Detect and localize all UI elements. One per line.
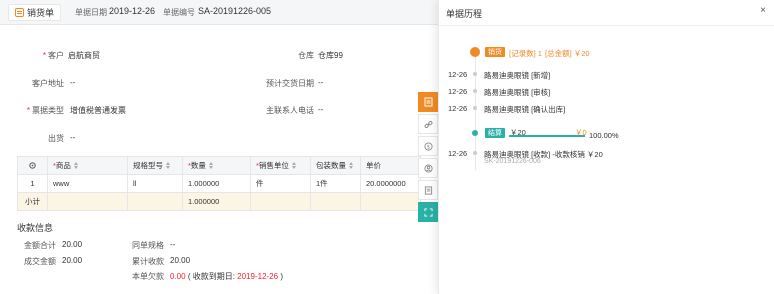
event-date: 12-26: [448, 70, 468, 79]
contact-value[interactable]: --: [318, 105, 323, 114]
customer-value[interactable]: 启航商贸: [68, 50, 100, 61]
cumulative-value: 20.00: [170, 256, 191, 265]
document-icon: [15, 8, 24, 17]
date-label: 单据日期: [75, 8, 107, 17]
col-product[interactable]: * 商品: [48, 157, 128, 174]
settle-progress-bar: [509, 135, 585, 137]
warehouse-label: 仓库: [298, 51, 314, 60]
contact-label: 主联系人电话: [266, 106, 314, 115]
table-total-row: 小计 1.000000: [18, 193, 420, 211]
address-label: 客户地址: [32, 79, 64, 88]
receipt-number[interactable]: SK-20191226-006: [484, 158, 541, 165]
total-label: 小计: [18, 193, 48, 210]
expand-icon[interactable]: [418, 202, 438, 222]
order-no-label: 单据编号: [163, 8, 195, 17]
history-tab-icon[interactable]: [418, 92, 438, 112]
cell-product[interactable]: www: [48, 175, 128, 192]
settle-percent: 100.00%: [589, 131, 619, 140]
items-table: * 商品 规格型号 * 数量 * 销售单位 包装数量 单价 1 www ll 1.00…: [17, 156, 421, 211]
cell-quantity[interactable]: 1.000000: [183, 175, 251, 192]
col-sales-unit[interactable]: * 销售单位: [251, 157, 311, 174]
cell-unit-price[interactable]: 20.0000000: [361, 175, 420, 192]
shipping-label: 出货: [48, 134, 64, 143]
warehouse-value[interactable]: 仓库99: [318, 50, 343, 61]
deal-amount-value: 20.00: [62, 256, 83, 265]
tab-label: 销货单: [27, 8, 55, 18]
cell-package-qty[interactable]: 1件: [311, 175, 361, 192]
expected-date-value[interactable]: --: [318, 78, 323, 87]
cumulative-label: 累计收款: [132, 257, 164, 266]
col-package-qty[interactable]: 包装数量: [311, 157, 361, 174]
sales-tag: 销货: [485, 47, 505, 57]
expected-date-label: 预计交货日期: [266, 79, 314, 88]
money-icon[interactable]: $: [418, 136, 438, 156]
deal-amount-label: 成交金额: [24, 257, 56, 266]
col-quantity[interactable]: * 数量: [183, 157, 251, 174]
col-spec[interactable]: 规格型号: [128, 157, 183, 174]
row-index: 1: [18, 175, 48, 192]
amount-total-value: 20.00: [62, 240, 83, 249]
order-no-value: SA-20191226-005: [198, 6, 272, 16]
svg-text:$: $: [426, 144, 429, 150]
invoice-value[interactable]: 增值税普通发票: [70, 105, 126, 116]
amount-total-label: 金额合计: [24, 241, 56, 250]
link-icon[interactable]: [418, 114, 438, 134]
close-icon[interactable]: ×: [760, 5, 766, 16]
customer-label: * 客户: [42, 51, 64, 60]
user-icon[interactable]: [418, 158, 438, 178]
event-date: 12-26: [448, 104, 468, 113]
address-value[interactable]: --: [70, 78, 75, 87]
settlement-icon[interactable]: [418, 180, 438, 200]
payment-section-title: 收款信息: [17, 223, 54, 233]
side-tool-tabs: $: [418, 92, 438, 224]
table-row[interactable]: 1 www ll 1.000000 件 1件 20.0000000: [18, 175, 420, 193]
tab-sales-order[interactable]: 销货单: [8, 4, 62, 21]
history-title: 单据历程: [446, 9, 483, 19]
same-spec-value: --: [170, 240, 176, 249]
event-text: 路易迪奥眼镜 [新增]: [484, 71, 551, 80]
event-date: 12-26: [448, 87, 468, 96]
same-spec-label: 同单规格: [132, 241, 164, 250]
cell-spec[interactable]: ll: [128, 175, 183, 192]
header-bar: 销货单 单据日期 2019-12-26 单据编号 SA-20191226-005: [0, 0, 440, 25]
total-quantity: 1.000000: [183, 193, 251, 210]
col-unit-price[interactable]: 单价: [361, 157, 420, 174]
table-header-row: * 商品 规格型号 * 数量 * 销售单位 包装数量 单价: [18, 157, 420, 175]
owed-info: 0.00 ( 收款到期日: 2019-12-26 ): [170, 272, 283, 281]
summary-total-amount: [总金额] ￥20: [545, 49, 590, 58]
settings-gear-icon[interactable]: [18, 157, 48, 174]
event-text: 路易迪奥眼镜 [审核]: [484, 88, 551, 97]
settle-dot: [472, 130, 478, 136]
shipping-value[interactable]: --: [70, 133, 75, 142]
summary-record-count: [记录数] 1: [509, 49, 542, 58]
settle-tag: 结算: [485, 128, 505, 138]
owed-label: 本单欠款: [132, 272, 164, 281]
receipt-date: 12-26: [448, 149, 468, 158]
event-text: 路易迪奥眼镜 [确认出库]: [484, 105, 566, 114]
cell-sales-unit[interactable]: 件: [251, 175, 311, 192]
history-panel: 单据历程 × 销货 [记录数] 1 [总金额] ￥20 12-26 路易迪奥眼镜…: [438, 0, 774, 294]
invoice-label: * 票据类型: [26, 106, 64, 115]
summary-dot: [470, 47, 480, 57]
date-value: 2019-12-26: [109, 6, 156, 16]
